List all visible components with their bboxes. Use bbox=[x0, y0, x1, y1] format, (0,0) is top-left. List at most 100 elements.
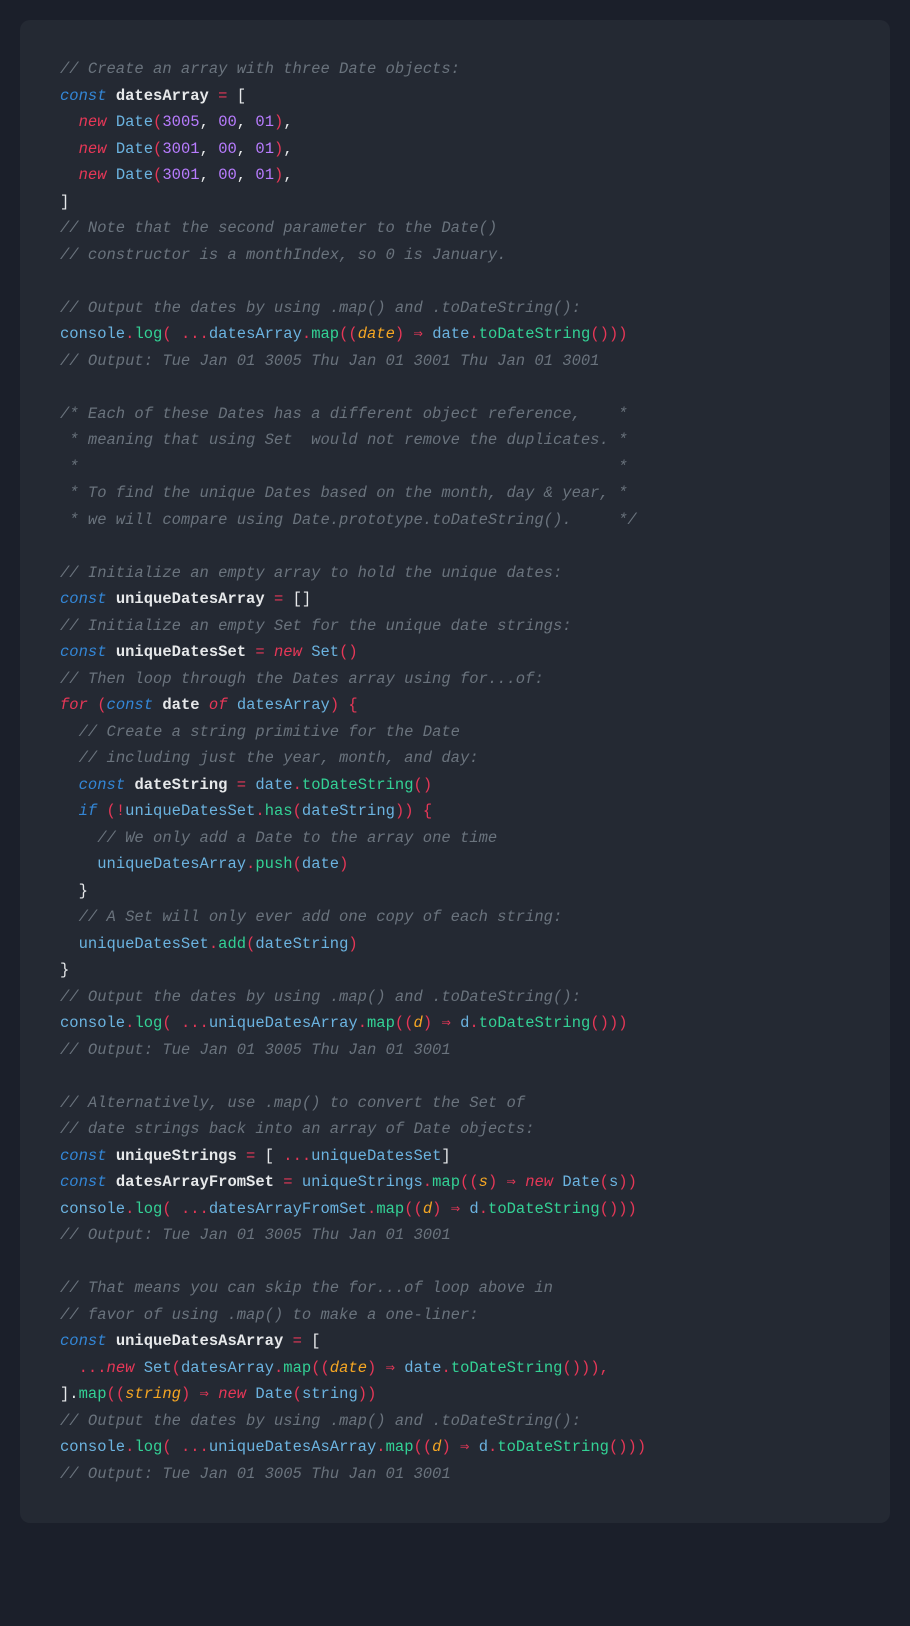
keyword-new: new bbox=[525, 1173, 553, 1191]
paren: (( bbox=[395, 1014, 414, 1032]
ref: s bbox=[609, 1173, 618, 1191]
indent bbox=[60, 802, 79, 820]
operator: = bbox=[246, 643, 274, 661]
ref: uniqueDatesArray bbox=[97, 855, 246, 873]
paren: ) { bbox=[330, 696, 358, 714]
space bbox=[107, 1332, 116, 1350]
space bbox=[107, 87, 116, 105]
comma: , bbox=[200, 140, 219, 158]
param: string bbox=[125, 1385, 181, 1403]
operator: = bbox=[265, 590, 293, 608]
class: Date bbox=[562, 1173, 599, 1191]
class: Date bbox=[116, 166, 153, 184]
spread: ... bbox=[181, 1438, 209, 1456]
indent bbox=[60, 166, 79, 184]
dot: . bbox=[274, 1359, 283, 1377]
spread: ... bbox=[181, 1200, 209, 1218]
dot: . bbox=[209, 935, 218, 953]
console: console bbox=[60, 1200, 125, 1218]
indent bbox=[60, 113, 79, 131]
arrow: ⇒ bbox=[414, 325, 423, 343]
method: toDateString bbox=[497, 1438, 609, 1456]
keyword-const: const bbox=[107, 696, 154, 714]
bracket: [ bbox=[237, 87, 246, 105]
paren: ( bbox=[162, 1200, 181, 1218]
comment: // Output: Tue Jan 01 3005 Thu Jan 01 30… bbox=[60, 352, 600, 370]
comma: , bbox=[283, 166, 292, 184]
bang: ! bbox=[116, 802, 125, 820]
paren: ) bbox=[395, 325, 414, 343]
operator: = bbox=[237, 1147, 265, 1165]
space bbox=[423, 325, 432, 343]
space bbox=[97, 802, 106, 820]
keyword-const: const bbox=[60, 87, 107, 105]
brace: } bbox=[60, 961, 69, 979]
space bbox=[88, 696, 97, 714]
dot: . bbox=[293, 776, 302, 794]
keyword-if: if bbox=[79, 802, 98, 820]
comment: // A Set will only ever add one copy of … bbox=[79, 908, 563, 926]
paren: ( bbox=[293, 1385, 302, 1403]
comment: // Initialize an empty array to hold the… bbox=[60, 564, 562, 582]
comma: , bbox=[283, 113, 292, 131]
method: toDateString bbox=[479, 325, 591, 343]
space bbox=[228, 696, 237, 714]
space bbox=[395, 1359, 404, 1377]
paren: )) bbox=[618, 1173, 637, 1191]
operator: = bbox=[227, 776, 255, 794]
spread: ... bbox=[79, 1359, 107, 1377]
number: 01 bbox=[255, 113, 274, 131]
space bbox=[107, 643, 116, 661]
method: map bbox=[311, 325, 339, 343]
ref: d bbox=[479, 1438, 488, 1456]
comment: // including just the year, month, and d… bbox=[79, 749, 479, 767]
comma: , bbox=[237, 166, 256, 184]
space bbox=[469, 1438, 478, 1456]
number: 3001 bbox=[162, 140, 199, 158]
indent bbox=[60, 1359, 79, 1377]
indent bbox=[60, 882, 79, 900]
method: push bbox=[255, 855, 292, 873]
class: Date bbox=[116, 113, 153, 131]
method: map bbox=[386, 1438, 414, 1456]
dot: . bbox=[255, 802, 264, 820]
ref: uniqueDatesSet bbox=[311, 1147, 441, 1165]
paren: ) bbox=[274, 140, 283, 158]
paren: ( bbox=[107, 802, 116, 820]
comment: /* Each of these Dates has a different o… bbox=[60, 405, 627, 423]
arrow: ⇒ bbox=[507, 1173, 516, 1191]
number: 3005 bbox=[162, 113, 199, 131]
indent bbox=[60, 908, 79, 926]
dot: . bbox=[423, 1173, 432, 1191]
space bbox=[153, 696, 162, 714]
ref: datesArray bbox=[181, 1359, 274, 1377]
keyword-const: const bbox=[60, 590, 107, 608]
indent bbox=[60, 776, 79, 794]
dot: . bbox=[488, 1438, 497, 1456]
space bbox=[134, 1359, 143, 1377]
console: console bbox=[60, 1014, 125, 1032]
dot: . bbox=[302, 325, 311, 343]
paren: ( bbox=[293, 802, 302, 820]
dot: . bbox=[442, 1359, 451, 1377]
ref: uniqueDatesSet bbox=[79, 935, 209, 953]
space bbox=[200, 696, 209, 714]
space bbox=[460, 1200, 469, 1218]
comment: // Alternatively, use .map() to convert … bbox=[60, 1094, 525, 1112]
method: log bbox=[134, 1014, 162, 1032]
paren: ( bbox=[162, 1014, 181, 1032]
identifier: date bbox=[162, 696, 199, 714]
space bbox=[107, 590, 116, 608]
paren: ) bbox=[274, 166, 283, 184]
dot: . bbox=[246, 855, 255, 873]
keyword-const: const bbox=[60, 1173, 107, 1191]
comment: * To find the unique Dates based on the … bbox=[60, 484, 627, 502]
comment: // date strings back into an array of Da… bbox=[60, 1120, 534, 1138]
comment: // We only add a Date to the array one t… bbox=[97, 829, 497, 847]
class: Set bbox=[144, 1359, 172, 1377]
space bbox=[107, 1147, 116, 1165]
ref: datesArray bbox=[237, 696, 330, 714]
comment: // Note that the second parameter to the… bbox=[60, 219, 497, 237]
param: date bbox=[330, 1359, 367, 1377]
space bbox=[516, 1173, 525, 1191]
